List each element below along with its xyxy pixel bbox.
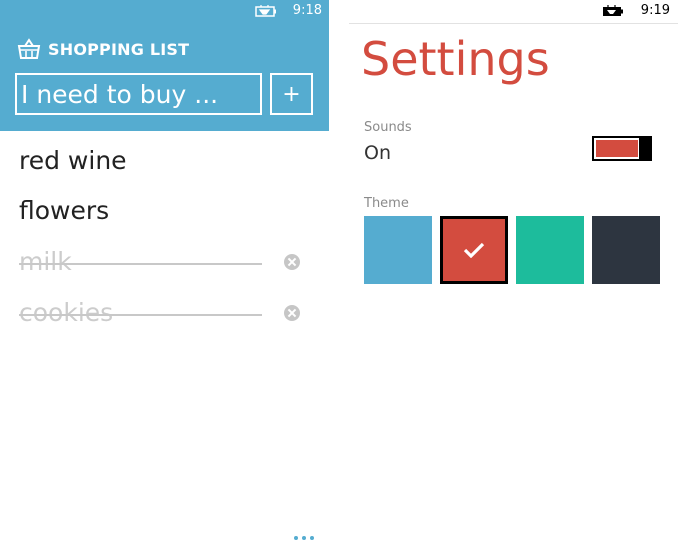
- settings-screen: 9:19 Settings Sounds On Theme: [349, 0, 678, 548]
- toggle-track: [592, 136, 642, 161]
- new-item-input[interactable]: [15, 73, 262, 115]
- list-item-done[interactable]: milk: [19, 242, 319, 282]
- item-text: cookies: [19, 298, 114, 327]
- add-item-button[interactable]: +: [270, 73, 313, 115]
- app-title-row: SHOPPING LIST: [17, 36, 189, 62]
- item-text: milk: [19, 247, 72, 276]
- strikethrough-line: [19, 314, 262, 316]
- battery-charging-icon: [255, 5, 276, 17]
- status-time: 9:19: [640, 3, 670, 18]
- theme-label: Theme: [364, 196, 409, 211]
- status-divider: [349, 23, 678, 24]
- strikethrough-line: [19, 263, 262, 265]
- sounds-value: On: [364, 142, 391, 164]
- status-bar: 9:19: [349, 0, 678, 24]
- shopping-list-screen: 9:18 SHOPPING LIST + red wine flowers mi…: [0, 0, 329, 548]
- remove-circle-icon[interactable]: [284, 254, 300, 270]
- theme-swatch-teal[interactable]: [516, 216, 584, 284]
- list-item[interactable]: red wine: [19, 141, 319, 181]
- toggle-fill: [596, 140, 638, 157]
- page-title: Settings: [361, 32, 550, 86]
- remove-circle-icon[interactable]: [284, 305, 300, 321]
- list-item-done[interactable]: cookies: [19, 293, 319, 333]
- shopping-basket-icon: [17, 38, 41, 59]
- more-dots-icon[interactable]: [294, 534, 314, 542]
- sounds-toggle[interactable]: [592, 136, 653, 161]
- toggle-thumb: [639, 136, 652, 161]
- theme-swatch-dark[interactable]: [592, 216, 660, 284]
- dot: [310, 536, 314, 540]
- theme-swatch-blue[interactable]: [364, 216, 432, 284]
- dot: [302, 536, 306, 540]
- list-item[interactable]: flowers: [19, 191, 319, 231]
- item-text: red wine: [19, 146, 127, 175]
- theme-swatch-red[interactable]: [440, 216, 508, 284]
- item-text: flowers: [19, 196, 110, 225]
- dot: [294, 536, 298, 540]
- app-title: SHOPPING LIST: [48, 39, 190, 59]
- sounds-label: Sounds: [364, 120, 412, 135]
- status-bar: 9:18: [0, 0, 329, 24]
- status-time: 9:18: [292, 3, 322, 18]
- checkmark-icon: [463, 242, 485, 258]
- battery-charging-icon: [603, 5, 623, 16]
